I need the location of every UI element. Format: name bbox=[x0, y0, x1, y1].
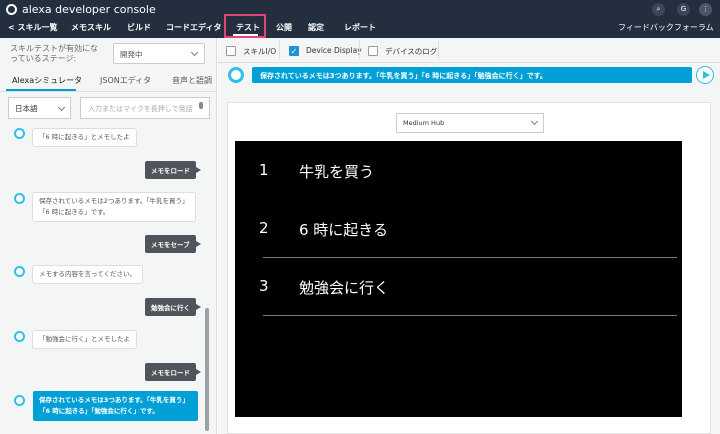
user-message: 勉強会に行く bbox=[145, 298, 201, 316]
device-log-checkbox[interactable] bbox=[368, 46, 378, 56]
alexa-ring-icon bbox=[228, 67, 244, 83]
device-select[interactable]: Medium Hub bbox=[396, 113, 544, 133]
top-bar: alexa developer console ⌕ G ⋮ bbox=[0, 0, 720, 19]
skill-io-checkbox[interactable] bbox=[226, 46, 236, 56]
language-value: 日本語 bbox=[15, 104, 38, 113]
device-display-label: Device Display bbox=[306, 46, 362, 55]
response-bar: 保存されているメモは3つあります。「牛乳を買う」「6 時に起きる」「勉強会に行く… bbox=[226, 66, 714, 84]
active-tab-highlight bbox=[224, 14, 266, 38]
user-message: メモをセーブ bbox=[145, 235, 201, 253]
simulator-panel: スキルテストが有効になっているステージ: 開発中 Alexaシミュレータ JSO… bbox=[0, 38, 217, 434]
todo-number: 3 bbox=[259, 277, 269, 295]
device-panel: スキルI/O ✓ Device Display デバイスのログ 保存されているメ… bbox=[218, 38, 720, 434]
device-screen: 1 牛乳を買う 2 6 時に起きる 3 勉強会に行く bbox=[235, 141, 682, 417]
chevron-down-icon bbox=[190, 48, 199, 57]
simulator-tabs: Alexaシミュレータ JSONエディタ 音声と語調 bbox=[0, 69, 217, 92]
todo-number: 2 bbox=[259, 219, 269, 237]
nav-item-certify[interactable]: 認定 bbox=[308, 22, 324, 33]
tab-active-underline bbox=[6, 89, 76, 91]
divider bbox=[279, 41, 280, 59]
todo-text: 牛乳を買う bbox=[299, 163, 375, 181]
todo-divider bbox=[263, 257, 677, 258]
back-to-skills-link[interactable]: < スキル一覧 bbox=[8, 22, 58, 33]
nav-item-publish[interactable]: 公開 bbox=[276, 22, 292, 33]
device-value: Medium Hub bbox=[403, 119, 445, 127]
device-display-card: Medium Hub 1 牛乳を買う 2 6 時に起きる 3 勉強会に行く bbox=[227, 102, 711, 434]
alexa-message: 「勉強会に行く」とメモしたよ bbox=[32, 330, 137, 349]
chat-scrollbar[interactable] bbox=[205, 308, 209, 431]
tab-voice-and-tone[interactable]: 音声と語調 bbox=[172, 75, 212, 86]
display-options: スキルI/O ✓ Device Display デバイスのログ bbox=[218, 38, 720, 63]
todo-number: 1 bbox=[259, 161, 269, 179]
alexa-latest-message: 保存されているメモは3つあります。「牛乳を買う」「6 時に起きる」「勉強会に行く… bbox=[33, 391, 198, 421]
feedback-forum-link[interactable]: フィードバックフォーラム bbox=[618, 22, 714, 33]
chevron-down-icon bbox=[57, 103, 66, 112]
more-vertical-icon[interactable]: ⋮ bbox=[699, 3, 712, 16]
alexa-message: 「6 時に起きる」とメモしたよ bbox=[32, 128, 137, 147]
nav-item-code-editor[interactable]: コードエディタ bbox=[166, 22, 221, 33]
alexa-ring-icon bbox=[14, 128, 25, 139]
alexa-message: 保存されているメモは2つあります。「牛乳を買う」「6 時に起きる」です。 bbox=[32, 192, 196, 222]
utterance-input[interactable]: 入力またはマイクを長押しで発話 bbox=[80, 97, 210, 119]
todo-text: 勉強会に行く bbox=[299, 279, 390, 297]
app-title: alexa developer console bbox=[22, 3, 156, 16]
nav-item-build[interactable]: ビルド bbox=[127, 22, 151, 33]
avatar-icon[interactable]: G bbox=[677, 3, 690, 16]
alexa-message: メモする内容を言ってください。 bbox=[32, 265, 143, 284]
device-display-checkbox[interactable]: ✓ bbox=[289, 46, 299, 56]
divider bbox=[359, 41, 360, 59]
alexa-ring-icon bbox=[14, 266, 25, 277]
skill-io-label: スキルI/O bbox=[243, 47, 277, 56]
stage-select[interactable]: 開発中 bbox=[113, 43, 205, 64]
stage-label: スキルテストが有効になっているステージ: bbox=[10, 44, 98, 63]
user-message: メモをロード bbox=[145, 363, 201, 381]
tab-json-editor[interactable]: JSONエディタ bbox=[100, 75, 151, 86]
alexa-ring-icon bbox=[14, 193, 25, 204]
todo-divider bbox=[263, 315, 677, 316]
play-icon[interactable] bbox=[696, 66, 714, 84]
microphone-icon[interactable] bbox=[199, 102, 203, 109]
alexa-ring-icon bbox=[14, 395, 25, 406]
nav-bar: < スキル一覧 メモスキル ビルド コードエディタ テスト 公開 認定 レポート… bbox=[0, 19, 720, 38]
alexa-logo-icon bbox=[6, 4, 17, 15]
search-icon[interactable]: ⌕ bbox=[652, 3, 665, 16]
todo-text: 6 時に起きる bbox=[299, 221, 389, 239]
tab-alexa-simulator[interactable]: Alexaシミュレータ bbox=[12, 75, 82, 86]
divider bbox=[438, 41, 439, 59]
language-select[interactable]: 日本語 bbox=[8, 97, 71, 119]
alexa-response-text: 保存されているメモは3つあります。「牛乳を買う」「6 時に起きる」「勉強会に行く… bbox=[252, 67, 692, 83]
chevron-down-icon bbox=[530, 117, 539, 126]
nav-item-reports[interactable]: レポート bbox=[344, 22, 376, 33]
stage-value: 開発中 bbox=[120, 50, 143, 59]
alexa-ring-icon bbox=[14, 331, 25, 342]
nav-item-skill-name[interactable]: メモスキル bbox=[71, 22, 111, 33]
chat-history: 「6 時に起きる」とメモしたよ メモをロード 保存されているメモは2つあります。… bbox=[0, 124, 214, 434]
user-message: メモをロード bbox=[145, 161, 201, 179]
device-log-label: デバイスのログ bbox=[385, 47, 438, 56]
